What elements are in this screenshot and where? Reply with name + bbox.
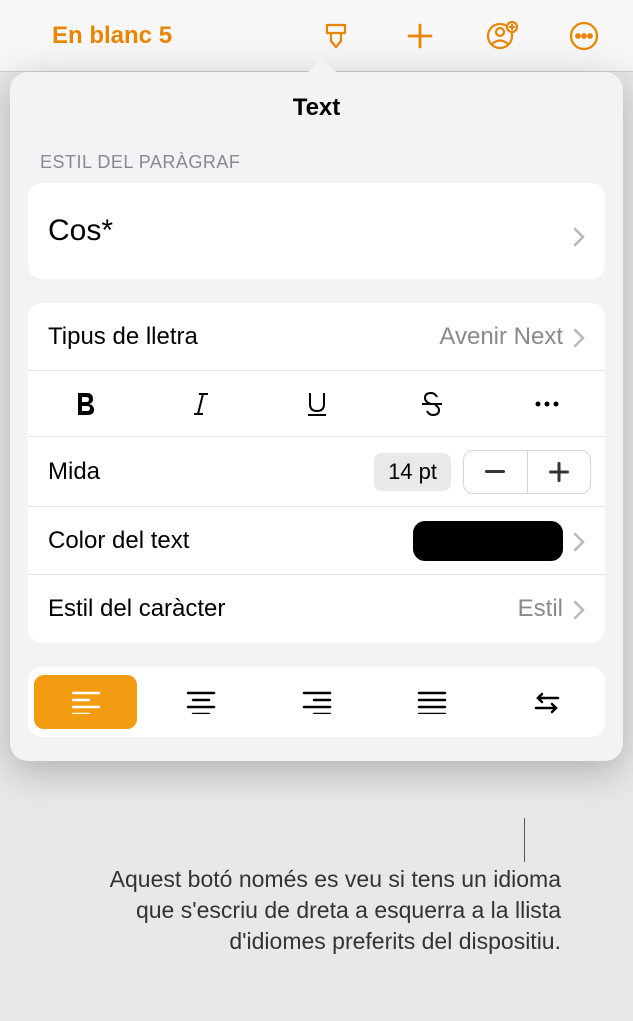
underline-button[interactable] [259,371,374,436]
character-style-label: Estil del caràcter [48,595,518,623]
text-color-swatch [413,521,563,561]
align-center-button[interactable] [149,675,252,729]
paragraph-style-row[interactable]: Cos* [28,183,605,279]
paragraph-style-section-label: ESTIL DEL PARÀGRAF [10,142,623,183]
format-popover: Text ESTIL DEL PARÀGRAF Cos* Tipus de ll… [10,72,623,761]
text-color-row[interactable]: Color del text [28,507,605,575]
text-format-card: Tipus de lletra Avenir Next [28,303,605,643]
align-left-button[interactable] [34,675,137,729]
size-decrease-button[interactable] [464,451,528,493]
align-right-button[interactable] [265,675,368,729]
alignment-card [28,667,605,737]
annotation-text: Aquest botó només es veu si tens un idio… [91,864,561,957]
collaborate-icon[interactable] [485,19,519,53]
size-stepper [463,450,591,494]
toolbar-actions [321,19,601,53]
more-circle-icon[interactable] [567,19,601,53]
text-style-row [28,371,605,437]
text-direction-button[interactable] [496,675,599,729]
paragraph-style-value: Cos* [48,214,573,248]
size-value[interactable]: 14 pt [374,453,451,491]
strikethrough-button[interactable] [374,371,489,436]
more-options-button[interactable] [490,371,605,436]
chevron-right-icon [573,327,585,347]
size-label: Mida [48,458,374,486]
text-color-label: Color del text [48,527,413,555]
character-style-row[interactable]: Estil del caràcter Estil [28,575,605,643]
italic-button[interactable] [143,371,258,436]
chevron-right-icon [573,599,585,619]
paragraph-style-card: Cos* [28,183,605,279]
font-row[interactable]: Tipus de lletra Avenir Next [28,303,605,371]
align-justify-button[interactable] [380,675,483,729]
annotation-leader-line [524,818,525,862]
chevron-right-icon [573,221,585,241]
insert-plus-icon[interactable] [403,19,437,53]
font-value: Avenir Next [439,323,563,351]
size-row: Mida 14 pt [28,437,605,507]
popover-title: Text [10,72,623,142]
chevron-right-icon [573,531,585,551]
font-label: Tipus de lletra [48,323,439,351]
format-brush-icon[interactable] [321,19,355,53]
popover-caret [306,58,338,74]
character-style-value: Estil [518,595,563,623]
document-title[interactable]: En blanc 5 [18,22,172,50]
bold-button[interactable] [28,371,143,436]
size-increase-button[interactable] [528,451,591,493]
